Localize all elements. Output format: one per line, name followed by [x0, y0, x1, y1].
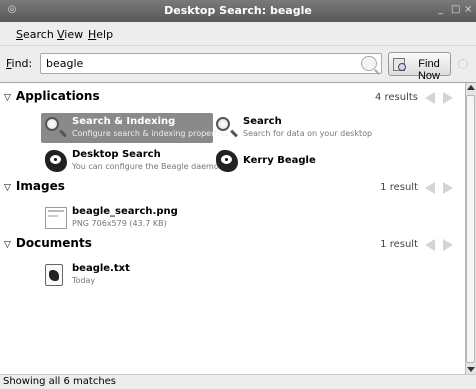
- find-now-button[interactable]: Find Now: [388, 52, 451, 82]
- search-input[interactable]: [40, 53, 382, 74]
- hit-title: Search & Indexing: [72, 116, 176, 127]
- vertical-scrollbar[interactable]: [465, 83, 476, 375]
- hit-subtitle: Configure search & indexing properties: [72, 129, 229, 138]
- hit-title: beagle_search.png: [72, 206, 178, 217]
- hit-subtitle: Today: [72, 276, 96, 285]
- previous-page-icon[interactable]: [425, 239, 435, 251]
- clear-search-icon[interactable]: [361, 56, 377, 71]
- menu-search[interactable]: Search: [16, 28, 54, 41]
- text-file-icon: [45, 264, 63, 286]
- hit-beagle-txt[interactable]: beagle.txt Today: [41, 260, 213, 290]
- find-icon: [393, 58, 406, 71]
- status-text: Showing all 6 matches: [3, 376, 117, 387]
- hit-title: Desktop Search: [72, 149, 161, 160]
- menu-help[interactable]: Help: [88, 28, 113, 41]
- find-now-label: Find Now: [417, 58, 440, 82]
- previous-page-icon[interactable]: [425, 92, 435, 104]
- status-bar: Showing all 6 matches: [0, 374, 476, 389]
- hit-search-indexing[interactable]: Search & Indexing Configure search & ind…: [41, 113, 229, 143]
- magnifier-icon: [216, 117, 230, 131]
- next-page-icon[interactable]: [443, 92, 453, 104]
- menu-view[interactable]: View: [57, 28, 83, 41]
- hit-title: Kerry Beagle: [243, 155, 316, 166]
- beagle-dog-icon: [216, 150, 238, 172]
- next-page-icon[interactable]: [443, 182, 453, 194]
- scroll-up-icon[interactable]: [467, 85, 475, 90]
- hit-subtitle: PNG 706x579 (43.7 KB): [72, 219, 167, 228]
- throbber-icon: [458, 59, 468, 69]
- result-count: 1 result: [380, 182, 418, 193]
- maximize-icon[interactable]: □: [451, 4, 460, 15]
- hit-subtitle: You can configure the Beagle daemo...: [72, 162, 227, 171]
- hit-kerry-beagle[interactable]: Kerry Beagle: [212, 146, 372, 176]
- result-count: 4 results: [374, 92, 418, 103]
- previous-page-icon[interactable]: [425, 182, 435, 194]
- close-icon[interactable]: ×: [464, 4, 472, 15]
- magnifier-icon: [45, 117, 59, 131]
- hit-title: Search: [243, 116, 282, 127]
- menu-bar: Search View Help: [0, 22, 476, 46]
- results-pane[interactable]: ▽ Applications 4 results Search & Indexin…: [0, 82, 476, 375]
- result-count: 1 result: [380, 239, 418, 250]
- image-file-icon: [45, 207, 67, 229]
- hit-desktop-search[interactable]: Desktop Search You can configure the Bea…: [41, 146, 226, 176]
- find-label: Find:: [6, 57, 33, 70]
- minimize-icon[interactable]: _: [438, 4, 443, 15]
- beagle-dog-icon: [45, 150, 67, 172]
- hit-search[interactable]: Search Search for data on your desktop: [212, 113, 372, 143]
- hit-beagle-search-png[interactable]: beagle_search.png PNG 706x579 (43.7 KB): [41, 203, 213, 233]
- scroll-down-icon[interactable]: [467, 367, 475, 372]
- find-bar: Find: Find Now: [0, 46, 476, 82]
- scrollbar-thumb[interactable]: [466, 95, 475, 363]
- title-bar: ◎ Desktop Search: beagle _ □ ×: [0, 0, 476, 22]
- window-title: Desktop Search: beagle: [164, 4, 312, 17]
- hit-title: beagle.txt: [72, 263, 130, 274]
- hit-subtitle: Search for data on your desktop: [243, 129, 373, 138]
- next-page-icon[interactable]: [443, 239, 453, 251]
